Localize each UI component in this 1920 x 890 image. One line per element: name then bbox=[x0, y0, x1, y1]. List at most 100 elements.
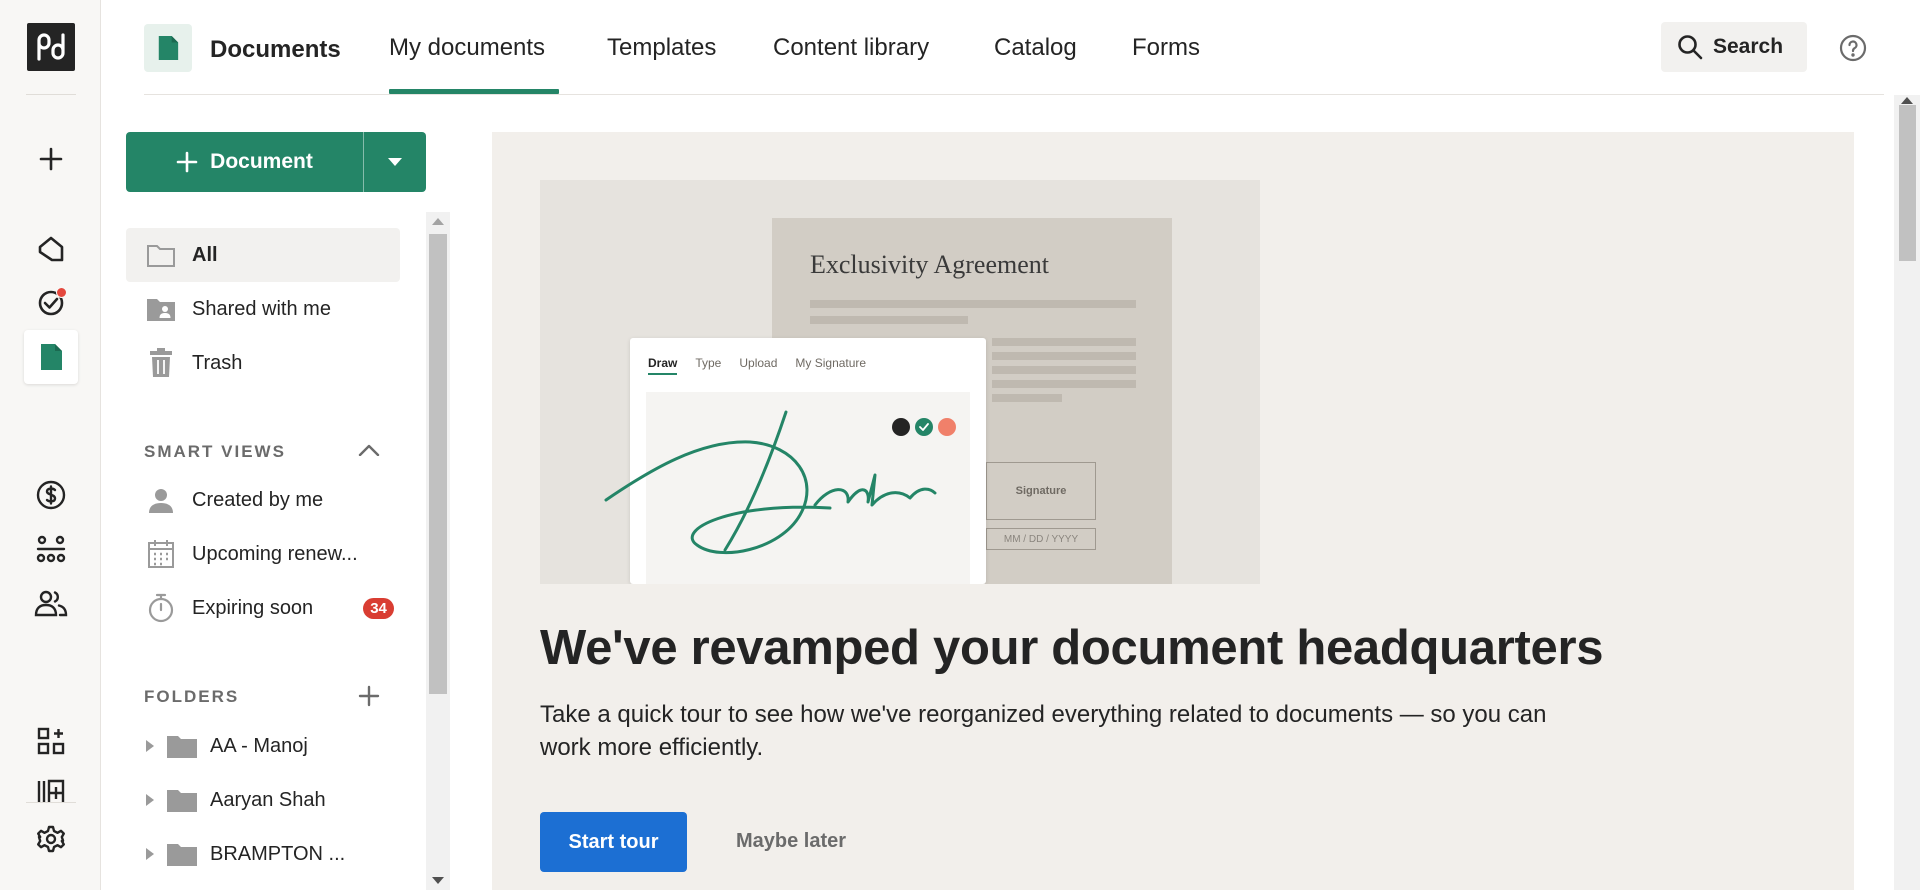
tab-forms[interactable]: Forms bbox=[1132, 34, 1200, 62]
smart-view-created-by-me[interactable]: Created by me bbox=[126, 473, 400, 527]
contacts-icon bbox=[34, 590, 68, 617]
top-navigation: Documents My documents Templates Content… bbox=[144, 0, 1884, 95]
text-line bbox=[992, 338, 1136, 346]
search-button[interactable]: Search bbox=[1661, 22, 1807, 72]
add-folder-button[interactable] bbox=[354, 681, 384, 711]
smart-view-label: Created by me bbox=[192, 488, 324, 511]
search-label: Search bbox=[1713, 35, 1784, 58]
smart-view-upcoming-renewals[interactable]: Upcoming renew... bbox=[126, 527, 400, 581]
caret-right-icon[interactable] bbox=[146, 794, 154, 806]
signature-field: Signature bbox=[986, 462, 1096, 520]
new-document-dropdown-button[interactable] bbox=[364, 132, 426, 192]
help-icon bbox=[1839, 34, 1867, 62]
org-chart-icon bbox=[36, 535, 66, 563]
text-line bbox=[992, 380, 1136, 388]
tab-catalog[interactable]: Catalog bbox=[994, 34, 1077, 62]
shared-folder-icon bbox=[146, 294, 176, 324]
folder-item[interactable]: Aaryan Shah bbox=[126, 773, 400, 827]
app-title: Documents bbox=[210, 36, 341, 63]
pandadoc-logo[interactable] bbox=[27, 23, 75, 71]
expiring-count-badge: 34 bbox=[363, 597, 394, 619]
left-rail bbox=[0, 0, 101, 890]
search-icon bbox=[1678, 35, 1703, 60]
tasks-button[interactable] bbox=[24, 276, 78, 330]
folder-icon bbox=[167, 844, 197, 866]
caret-right-icon[interactable] bbox=[146, 740, 154, 752]
new-document-button[interactable]: Document bbox=[126, 132, 364, 192]
scrollbar-thumb[interactable] bbox=[429, 234, 447, 694]
active-tab-indicator bbox=[389, 89, 559, 94]
workflow-button[interactable] bbox=[24, 522, 78, 576]
apps-button[interactable] bbox=[24, 714, 78, 768]
sidebar-item-label: Trash bbox=[192, 351, 243, 374]
maybe-later-button[interactable]: Maybe later bbox=[736, 830, 846, 853]
notification-dot bbox=[56, 287, 67, 298]
trash-icon bbox=[146, 348, 176, 378]
date-field: MM / DD / YYYY bbox=[986, 528, 1096, 550]
folder-item[interactable]: AA - Manoj bbox=[126, 719, 400, 773]
sign-tab-draw: Draw bbox=[648, 356, 678, 375]
sidebar-item-shared-with-me[interactable]: Shared with me bbox=[126, 282, 400, 336]
plus-icon bbox=[358, 685, 380, 707]
folder-item[interactable]: BRAMPTON ... bbox=[126, 827, 400, 881]
sidebar-scrollbar[interactable] bbox=[426, 212, 450, 890]
rail-divider-bottom bbox=[26, 802, 76, 803]
sign-tab-my-signature: My Signature bbox=[795, 356, 867, 370]
chevron-down-icon bbox=[388, 158, 402, 166]
scroll-down-arrow[interactable] bbox=[432, 877, 444, 884]
scrollbar-thumb[interactable] bbox=[1899, 105, 1916, 261]
scroll-up-arrow[interactable] bbox=[1901, 97, 1913, 104]
person-icon bbox=[146, 485, 176, 515]
signature-pad-tabs: Draw Type Upload My Signature bbox=[648, 356, 866, 375]
plus-icon bbox=[176, 151, 198, 173]
documents-sidebar: Document All Shared with me Trash SMART … bbox=[126, 132, 426, 890]
page-scrollbar[interactable] bbox=[1894, 95, 1920, 890]
tab-content-library[interactable]: Content library bbox=[773, 34, 929, 62]
calendar-icon bbox=[146, 539, 176, 569]
sign-tab-upload: Upload bbox=[739, 356, 778, 370]
text-line bbox=[992, 352, 1136, 360]
text-line bbox=[992, 394, 1062, 402]
tab-templates[interactable]: Templates bbox=[607, 34, 716, 62]
sign-tab-type: Type bbox=[695, 356, 722, 370]
caret-right-icon[interactable] bbox=[146, 848, 154, 860]
start-tour-button[interactable]: Start tour bbox=[540, 812, 687, 872]
contacts-button[interactable] bbox=[24, 576, 78, 630]
home-icon bbox=[38, 236, 64, 262]
apps-icon bbox=[37, 727, 65, 755]
sidebar-item-all[interactable]: All bbox=[126, 228, 400, 282]
add-template-button[interactable] bbox=[24, 768, 78, 802]
documents-button[interactable] bbox=[24, 330, 78, 384]
add-template-icon bbox=[37, 779, 65, 802]
smart-views-heading: SMART VIEWS bbox=[144, 442, 286, 461]
scroll-up-arrow[interactable] bbox=[432, 218, 444, 225]
sidebar-item-trash[interactable]: Trash bbox=[126, 336, 400, 390]
smart-view-expiring-soon[interactable]: Expiring soon 34 bbox=[126, 581, 400, 635]
promo-panel: Exclusivity Agreement Signature MM / DD … bbox=[492, 132, 1854, 890]
settings-button[interactable] bbox=[24, 812, 78, 866]
create-button[interactable] bbox=[24, 132, 78, 186]
app-root: Documents My documents Templates Content… bbox=[0, 0, 1920, 890]
rail-divider bbox=[26, 94, 76, 95]
tab-my-documents[interactable]: My documents bbox=[389, 34, 545, 62]
folder-label: AA - Manoj bbox=[210, 734, 308, 757]
dollar-icon bbox=[36, 480, 66, 510]
payments-button[interactable] bbox=[24, 468, 78, 522]
new-document-label: Document bbox=[210, 150, 313, 173]
text-line bbox=[810, 300, 1136, 308]
promo-description: Take a quick tour to see how we've reorg… bbox=[540, 701, 1547, 761]
sidebar-item-label: All bbox=[192, 243, 218, 266]
help-button[interactable] bbox=[1838, 33, 1868, 63]
home-button[interactable] bbox=[24, 222, 78, 276]
documents-icon bbox=[41, 344, 62, 370]
text-line bbox=[810, 316, 968, 324]
folder-outline-icon bbox=[146, 240, 176, 270]
folder-icon bbox=[167, 736, 197, 758]
folder-label: BRAMPTON ... bbox=[210, 842, 346, 865]
sidebar-item-label: Shared with me bbox=[192, 297, 331, 320]
smart-view-label: Expiring soon bbox=[192, 596, 314, 619]
documents-icon bbox=[158, 36, 179, 60]
chevron-up-icon bbox=[358, 444, 380, 456]
smart-views-collapse-button[interactable] bbox=[354, 435, 384, 465]
promo-illustration: Exclusivity Agreement Signature MM / DD … bbox=[540, 180, 1260, 584]
